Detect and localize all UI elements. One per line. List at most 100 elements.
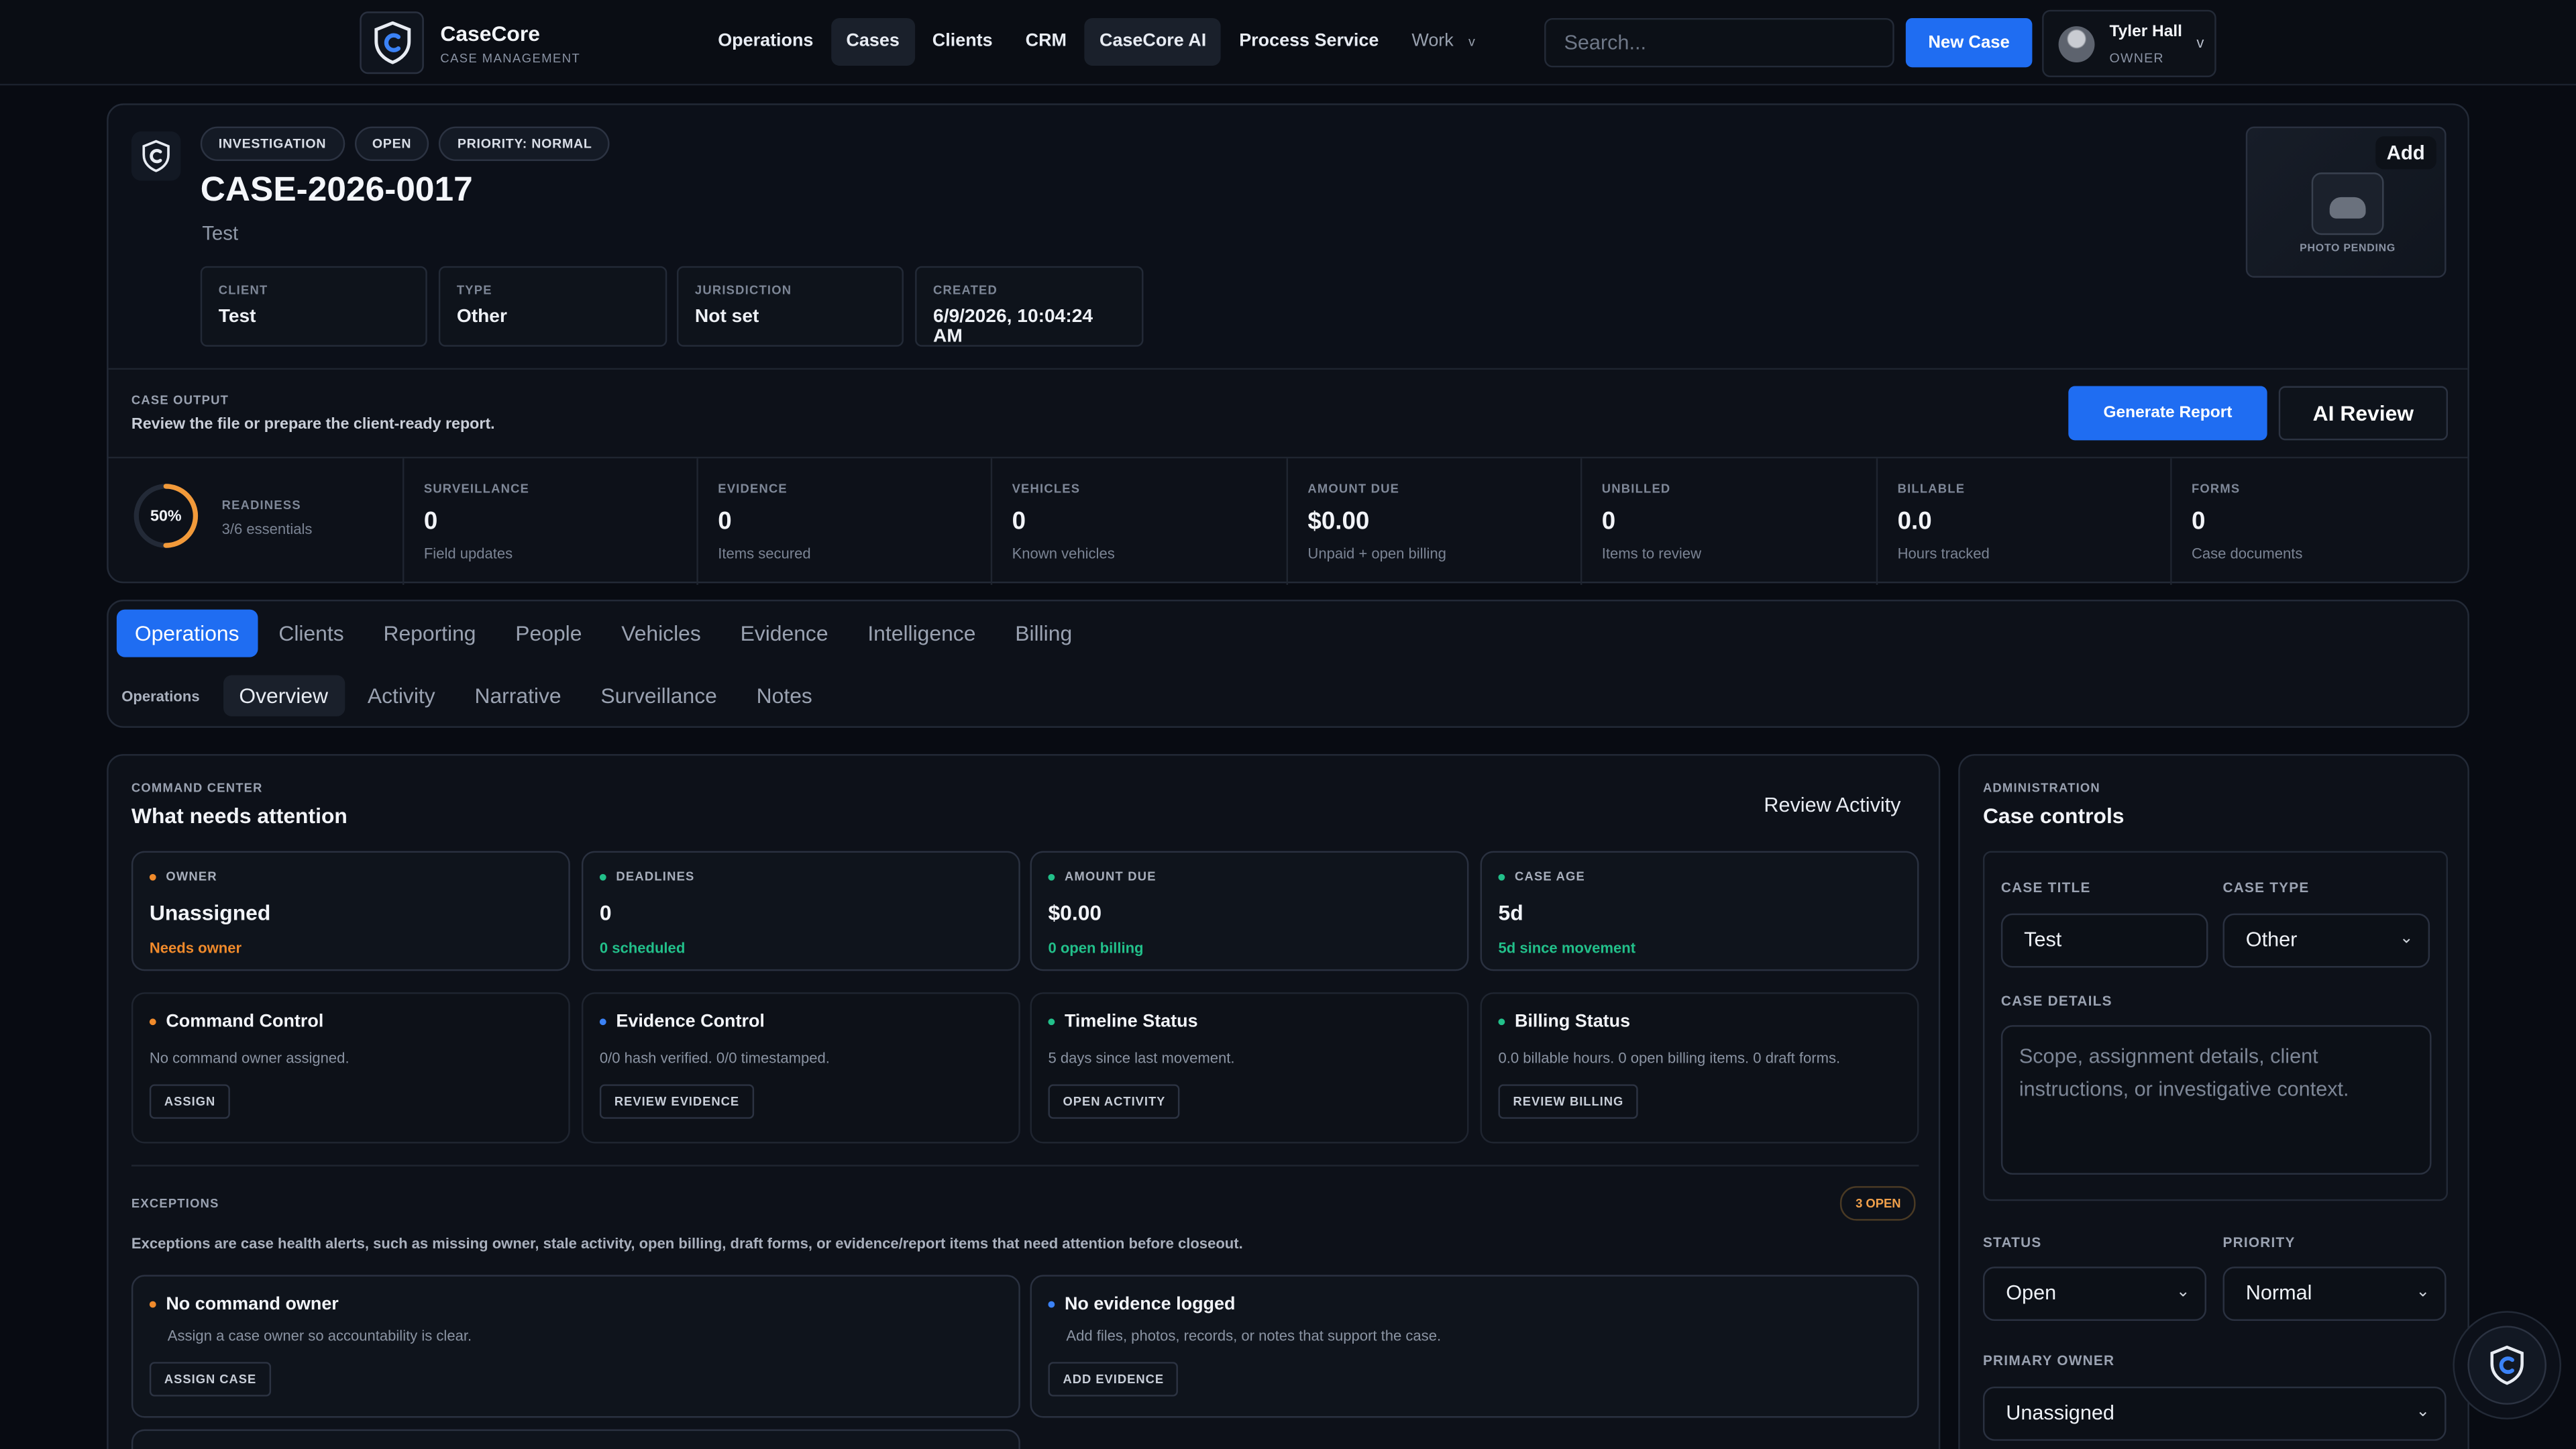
tab-billing[interactable]: Billing <box>997 610 1090 657</box>
review-billing-button[interactable]: REVIEW BILLING <box>1498 1084 1639 1119</box>
casecore-logo-icon <box>360 11 424 74</box>
stat-value: 0 <box>718 507 732 536</box>
nav-casecore-ai[interactable]: CaseCore AI <box>1084 17 1222 66</box>
tab-clients[interactable]: Clients <box>260 610 362 657</box>
stat-sub: Items secured <box>718 545 811 562</box>
summary-status: Needs owner <box>149 939 242 957</box>
tab-people[interactable]: People <box>497 610 600 657</box>
subtab-surveillance[interactable]: Surveillance <box>584 676 733 716</box>
control-desc: 5 days since last movement. <box>1048 1049 1235 1067</box>
search-input[interactable]: Search... <box>1544 17 1894 68</box>
stat-sub: Case documents <box>2191 545 2303 562</box>
summary-deadlines[interactable]: DEADLINES 0 0 scheduled <box>581 851 1020 971</box>
admin-panel: ADMINISTRATION Case controls CASE TITLE … <box>1958 754 2469 1449</box>
review-activity-button[interactable]: Review Activity <box>1764 794 1900 816</box>
chevron-down-icon: ⌄ <box>2176 1283 2190 1301</box>
ai-review-button[interactable]: AI Review <box>2278 386 2449 441</box>
summary-value: $0.00 <box>1048 900 1102 925</box>
new-case-button[interactable]: New Case <box>1905 17 2033 68</box>
add-photo-button[interactable]: Add <box>2375 136 2436 170</box>
stat-readiness: 50% READINESS 3/6 essentials <box>109 458 405 585</box>
stat-value: 0 <box>2191 507 2206 536</box>
stat-evidence[interactable]: EVIDENCE 0 Items secured <box>698 458 993 585</box>
case-type-select[interactable]: Other ⌄ <box>2222 913 2430 968</box>
nav-process-service[interactable]: Process Service <box>1224 18 1393 66</box>
stat-amount-due[interactable]: AMOUNT DUE $0.00 Unpaid + open billing <box>1288 458 1582 585</box>
case-photo[interactable]: Add PHOTO PENDING <box>2245 126 2447 278</box>
readiness-percent: 50% <box>150 506 182 525</box>
chip-priority: PRIORITY: NORMAL <box>439 126 610 162</box>
control-billing: Billing Status 0.0 billable hours. 0 ope… <box>1480 992 1919 1144</box>
subtab-overview[interactable]: Overview <box>222 675 345 716</box>
control-title: Command Control <box>149 1012 552 1032</box>
tab-intelligence[interactable]: Intelligence <box>849 610 994 657</box>
stat-value: 0.0 <box>1897 507 1932 536</box>
stat-vehicles[interactable]: VEHICLES 0 Known vehicles <box>992 458 1289 585</box>
nav-operations[interactable]: Operations <box>703 18 828 66</box>
subtab-narrative[interactable]: Narrative <box>458 676 578 716</box>
summary-label: CASE AGE <box>1498 869 1900 884</box>
nav-work[interactable]: Work v <box>1397 18 1489 66</box>
tab-reporting[interactable]: Reporting <box>366 610 494 657</box>
stat-billable[interactable]: BILLABLE 0.0 Hours tracked <box>1878 458 2172 585</box>
photo-placeholder-icon <box>2311 172 2384 235</box>
exceptions-count-badge: 3 OPEN <box>1841 1186 1916 1221</box>
chip-case-kind: INVESTIGATION <box>200 126 345 162</box>
open-activity-button[interactable]: OPEN ACTIVITY <box>1048 1084 1181 1119</box>
readiness-sub: 3/6 essentials <box>221 521 313 537</box>
control-desc: 0/0 hash verified. 0/0 timestamped. <box>599 1049 830 1067</box>
summary-owner[interactable]: OWNER Unassigned Needs owner <box>131 851 570 971</box>
tab-operations[interactable]: Operations <box>116 609 258 657</box>
status-dot-icon <box>599 1018 606 1026</box>
case-output-desc: Review the file or prepare the client-re… <box>131 415 495 434</box>
primary-owner-select[interactable]: Unassigned ⌄ <box>1982 1386 2447 1441</box>
nav-clients[interactable]: Clients <box>918 18 1008 66</box>
app-subtitle: CASE MANAGEMENT <box>440 50 581 65</box>
exception-no-owner: No command owner Assign a case owner so … <box>131 1275 1020 1418</box>
stat-forms[interactable]: FORMS 0 Case documents <box>2172 458 2468 585</box>
stat-sub: Items to review <box>1601 545 1702 562</box>
status-select[interactable]: Open ⌄ <box>1982 1267 2207 1321</box>
chevron-down-icon: v <box>1468 34 1475 50</box>
case-fields-group: CASE TITLE CASE TYPE Test Other ⌄ CASE D… <box>1982 851 2449 1201</box>
user-name: Tyler Hall <box>2109 23 2182 42</box>
stat-sub: Unpaid + open billing <box>1307 545 1446 562</box>
assistant-fab[interactable] <box>2453 1311 2561 1419</box>
exception-no-evidence: No evidence logged Add files, photos, re… <box>1030 1275 1919 1418</box>
summary-label: OWNER <box>149 869 552 884</box>
case-details-label: CASE DETAILS <box>2000 992 2112 1009</box>
subtab-notes[interactable]: Notes <box>740 676 828 716</box>
main-tabs: Operations Clients Reporting People Vehi… <box>116 609 1090 657</box>
brand[interactable]: CaseCore CASE MANAGEMENT <box>360 11 580 74</box>
status-label: STATUS <box>1982 1234 2042 1250</box>
tab-evidence[interactable]: Evidence <box>722 610 847 657</box>
nav-cases[interactable]: Cases <box>831 17 914 66</box>
subtab-activity[interactable]: Activity <box>351 676 451 716</box>
stat-unbilled[interactable]: UNBILLED 0 Items to review <box>1582 458 1878 585</box>
stat-surveillance[interactable]: SURVEILLANCE 0 Field updates <box>404 458 698 585</box>
nav-crm[interactable]: CRM <box>1011 18 1081 66</box>
assign-button[interactable]: ASSIGN <box>149 1084 231 1119</box>
priority-select[interactable]: Normal ⌄ <box>2222 1267 2447 1321</box>
tab-vehicles[interactable]: Vehicles <box>603 610 718 657</box>
summary-case-age[interactable]: CASE AGE 5d 5d since movement <box>1480 851 1919 971</box>
stat-sub: Hours tracked <box>1897 545 1990 562</box>
case-tabs: Operations Clients Reporting People Vehi… <box>107 599 2469 728</box>
case-chips: INVESTIGATION OPEN PRIORITY: NORMAL <box>200 126 610 162</box>
control-title-text: Command Control <box>166 1012 324 1032</box>
summary-amount-due[interactable]: AMOUNT DUE $0.00 0 open billing <box>1030 851 1469 971</box>
assign-case-button[interactable]: ASSIGN CASE <box>149 1362 272 1397</box>
case-details-textarea[interactable]: Scope, assignment details, client instru… <box>2000 1025 2432 1175</box>
add-evidence-button[interactable]: ADD EVIDENCE <box>1048 1362 1179 1397</box>
exception-desc: Add files, photos, records, or notes tha… <box>1066 1327 1442 1344</box>
stat-value: $0.00 <box>1307 507 1370 536</box>
generate-report-button[interactable]: Generate Report <box>2068 386 2267 441</box>
review-evidence-button[interactable]: REVIEW EVIDENCE <box>599 1084 755 1119</box>
case-title-input[interactable]: Test <box>2000 913 2208 968</box>
case-type-value: Other <box>2245 928 2298 951</box>
admin-label: ADMINISTRATION <box>1982 780 2100 796</box>
meta-label: TYPE <box>456 282 492 298</box>
user-menu[interactable]: Tyler Hall OWNER v <box>2042 9 2216 78</box>
case-type-label: CASE TYPE <box>2222 879 2310 896</box>
meta-jurisdiction: JURISDICTION Not set <box>676 266 904 347</box>
